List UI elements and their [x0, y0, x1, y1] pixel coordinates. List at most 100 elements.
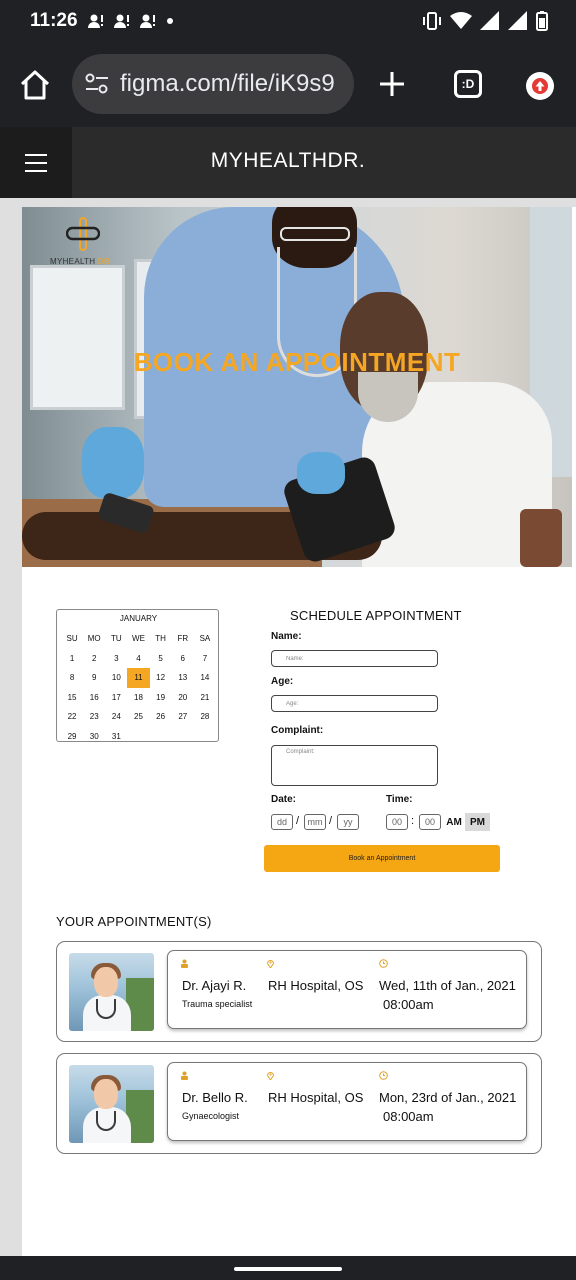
wifi-icon — [450, 12, 472, 29]
system-navigation-bar — [0, 1256, 576, 1280]
doctor-name: Dr. Bello R. — [182, 1090, 248, 1105]
calendar-weekday: MO — [87, 634, 101, 644]
calendar-weekday: TU — [111, 634, 122, 644]
calendar-day[interactable]: 12 — [150, 668, 172, 688]
logo-text-accent: DR — [97, 257, 111, 266]
doctor-specialty: Gynaecologist — [182, 1111, 240, 1121]
form-title: SCHEDULE APPOINTMENT — [290, 608, 462, 623]
calendar[interactable]: JANUARY SU MO TU WE TH FR SA 1 2 3 4 5 6 7 8 9 10 11 12 13 1… — [56, 609, 219, 742]
calendar-day[interactable]: 31 — [105, 727, 127, 747]
appointment-card[interactable]: Dr. Bello R. Gynaecologist RH Hospital, … — [56, 1053, 542, 1154]
calendar-day[interactable]: 7 — [194, 649, 216, 669]
clock-icon — [379, 959, 388, 968]
calendar-month: JANUARY — [119, 614, 158, 623]
url-text[interactable]: figma.com/file/iK9s9 — [120, 70, 335, 98]
person-alert-icon — [88, 14, 103, 28]
time-hour-field[interactable]: 00 — [386, 814, 408, 830]
calendar-day[interactable]: 20 — [172, 688, 194, 708]
appointment-card[interactable]: Dr. Ajayi R. Trauma specialist RH Hospit… — [56, 941, 542, 1042]
calendar-day[interactable]: 28 — [194, 707, 216, 727]
calendar-grid: SU MO TU WE TH FR SA 1 2 3 4 5 6 7 8 9 10 11 12 13 14 15 16 17 1… — [61, 629, 216, 746]
calendar-day[interactable]: 19 — [150, 688, 172, 708]
logo-text: MYHEALTH DR — [50, 257, 110, 266]
calendar-day[interactable]: 14 — [194, 668, 216, 688]
date-separator: / — [329, 815, 333, 827]
calendar-day[interactable]: 17 — [105, 688, 127, 708]
calendar-day[interactable]: 3 — [105, 649, 127, 669]
calendar-day[interactable]: 22 — [61, 707, 83, 727]
hero-photo-glove — [297, 452, 345, 494]
doctor-icon — [181, 959, 188, 968]
age-input[interactable] — [271, 695, 438, 712]
am-toggle[interactable]: AM — [443, 813, 465, 831]
calendar-day[interactable]: 16 — [83, 688, 105, 708]
calendar-day[interactable]: 13 — [172, 668, 194, 688]
calendar-day[interactable]: 27 — [172, 707, 194, 727]
appointment-date: Wed, 11th of Jan., 2021 — [379, 978, 516, 993]
doctor-photo-face — [94, 1079, 118, 1109]
calendar-day[interactable]: 8 — [61, 668, 83, 688]
calendar-day[interactable]: 9 — [83, 668, 105, 688]
hamburger-menu-button[interactable] — [0, 127, 72, 198]
calendar-day[interactable]: 10 — [105, 668, 127, 688]
calendar-weekday: TH — [155, 634, 166, 644]
doctor-photo-stethoscope — [96, 999, 116, 1019]
site-settings-icon[interactable] — [84, 72, 110, 96]
person-alert-icon — [114, 14, 129, 28]
complaint-textarea[interactable] — [271, 745, 438, 786]
calendar-day[interactable]: 5 — [150, 649, 172, 669]
calendar-day-selected[interactable]: 11 — [127, 668, 150, 688]
calendar-day[interactable]: 26 — [150, 707, 172, 727]
calendar-day[interactable]: 18 — [127, 688, 149, 708]
date-label: Date: — [271, 794, 297, 805]
calendar-day[interactable]: 4 — [127, 649, 149, 669]
calendar-day[interactable]: 23 — [83, 707, 105, 727]
hero-photo-window — [30, 265, 125, 410]
browser-toolbar: figma.com/file/iK9s9 :D — [0, 44, 576, 126]
logo-cross-icon — [66, 217, 100, 251]
calendar-day[interactable]: 30 — [83, 727, 105, 747]
person-alert-icon — [140, 14, 155, 28]
calendar-day[interactable]: 2 — [83, 649, 105, 669]
menu-icon-bar — [25, 169, 47, 172]
calendar-weekday: SA — [199, 634, 211, 644]
time-minute-field[interactable]: 00 — [419, 814, 441, 830]
calendar-day[interactable]: 24 — [105, 707, 127, 727]
calendar-day[interactable]: 6 — [172, 649, 194, 669]
battery-icon — [536, 11, 548, 31]
appointment-date: Mon, 23rd of Jan., 2021 — [379, 1090, 517, 1105]
calendar-day[interactable]: 1 — [61, 649, 83, 669]
location-pin-icon — [266, 960, 275, 968]
book-appointment-button[interactable]: Book an Appointment — [264, 845, 500, 872]
update-button[interactable] — [526, 72, 554, 100]
calendar-weekday: WE — [132, 634, 145, 644]
new-tab-icon[interactable] — [376, 68, 408, 100]
pm-toggle[interactable]: PM — [465, 813, 490, 831]
time-separator: : — [411, 815, 415, 827]
calendar-day[interactable]: 25 — [127, 707, 149, 727]
brand-logo[interactable]: MYHEALTH DR — [50, 217, 120, 267]
date-day-field[interactable]: dd — [271, 814, 293, 830]
location-pin-icon — [266, 1072, 275, 1080]
date-year-field[interactable]: yy — [337, 814, 359, 830]
calendar-day[interactable]: 29 — [61, 727, 83, 747]
tab-switcher-button[interactable]: :D — [454, 70, 482, 98]
dot-icon — [167, 18, 173, 24]
address-bar[interactable]: figma.com/file/iK9s9 — [72, 54, 354, 114]
hero-title: BOOK AN APPOINTMENT — [133, 347, 461, 377]
signal-icon — [480, 11, 499, 30]
home-gesture-handle[interactable] — [234, 1267, 342, 1271]
date-separator: / — [296, 815, 300, 827]
signal-icon — [508, 11, 527, 30]
name-input[interactable] — [271, 650, 438, 667]
calendar-day[interactable]: 15 — [61, 688, 83, 708]
time-label: Time: — [386, 794, 413, 805]
appointment-time: 08:00am — [383, 997, 434, 1012]
hero-photo-glasses — [280, 227, 350, 241]
date-month-field[interactable]: mm — [304, 814, 326, 830]
status-time: 11:26 — [30, 10, 78, 31]
system-icons — [422, 11, 548, 31]
calendar-day[interactable]: 21 — [194, 688, 216, 708]
home-icon[interactable] — [18, 68, 52, 102]
vibrate-icon — [423, 12, 441, 30]
